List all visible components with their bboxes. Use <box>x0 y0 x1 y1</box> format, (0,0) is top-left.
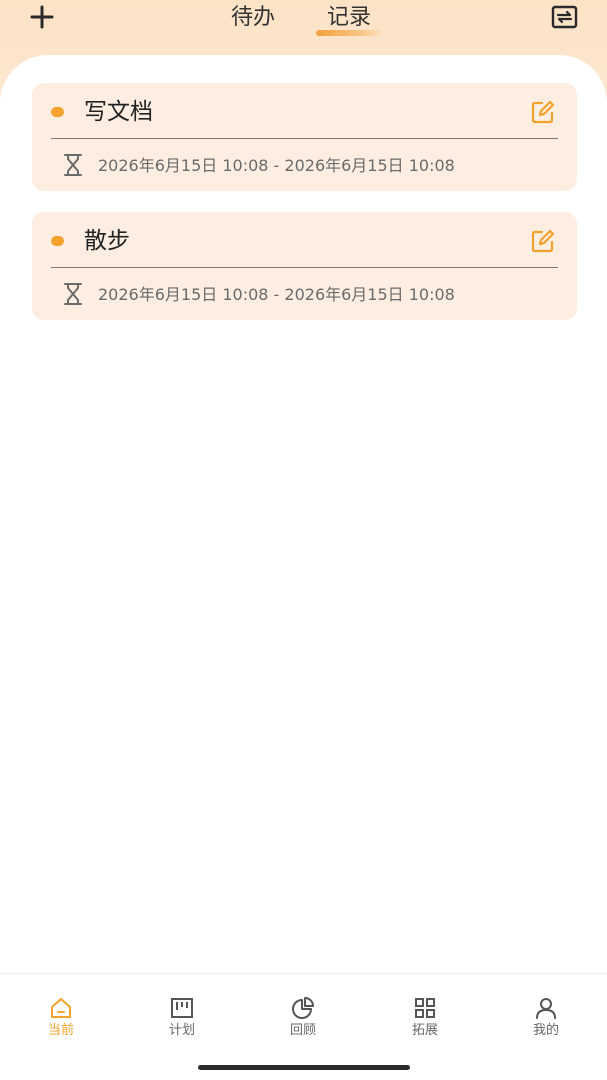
hourglass-icon <box>64 154 82 176</box>
grid-icon <box>415 998 435 1018</box>
record-time-range: 2026年6月15日 10:08 - 2026年6月15日 10:08 <box>98 285 455 304</box>
home-indicator[interactable] <box>198 1065 410 1070</box>
sync-icon <box>551 5 578 29</box>
edit-icon <box>531 100 555 124</box>
hourglass-icon <box>64 283 82 305</box>
tab-todo[interactable]: 待办 <box>231 4 275 32</box>
active-tab-indicator <box>316 30 384 36</box>
nav-label-plan: 计划 <box>168 1023 195 1038</box>
record-time-range: 2026年6月15日 10:08 - 2026年6月15日 10:08 <box>98 156 455 175</box>
status-dot <box>51 107 64 117</box>
nav-item-review[interactable]: 回顾 <box>263 996 343 1046</box>
nav-item-current[interactable]: 当前 <box>21 996 101 1046</box>
edit-icon <box>531 229 555 253</box>
nav-item-extend[interactable]: 拓展 <box>385 996 465 1046</box>
user-icon <box>536 998 556 1019</box>
sync-button[interactable] <box>551 5 578 29</box>
edit-button[interactable] <box>530 99 556 125</box>
edit-button[interactable] <box>530 228 556 254</box>
kanban-icon <box>171 998 193 1018</box>
header: 待办 记录 <box>0 0 607 40</box>
nav-item-plan[interactable]: 计划 <box>142 996 222 1046</box>
pie-chart-icon <box>292 997 314 1019</box>
tab-record[interactable]: 记录 <box>327 4 371 32</box>
bottom-tab-bar: 当前 计划 回顾 拓展 我的 <box>0 973 607 1080</box>
home-icon <box>51 998 71 1018</box>
content-sheet <box>0 55 607 975</box>
nav-label-current: 当前 <box>47 1023 74 1038</box>
nav-label-extend: 拓展 <box>411 1023 438 1038</box>
status-dot <box>51 236 64 246</box>
nav-item-mine[interactable]: 我的 <box>506 996 586 1046</box>
record-title: 写文档 <box>84 99 153 125</box>
nav-label-review: 回顾 <box>289 1023 316 1038</box>
record-card[interactable]: 写文档 2026年6月15日 10:08 - 2026年6月15日 10:08 <box>32 83 577 191</box>
plus-icon <box>30 5 54 29</box>
card-divider <box>51 267 558 268</box>
record-card[interactable]: 散步 2026年6月15日 10:08 - 2026年6月15日 10:08 <box>32 212 577 320</box>
add-button[interactable] <box>29 4 55 30</box>
nav-label-mine: 我的 <box>532 1023 559 1038</box>
card-divider <box>51 138 558 139</box>
record-title: 散步 <box>84 228 130 254</box>
